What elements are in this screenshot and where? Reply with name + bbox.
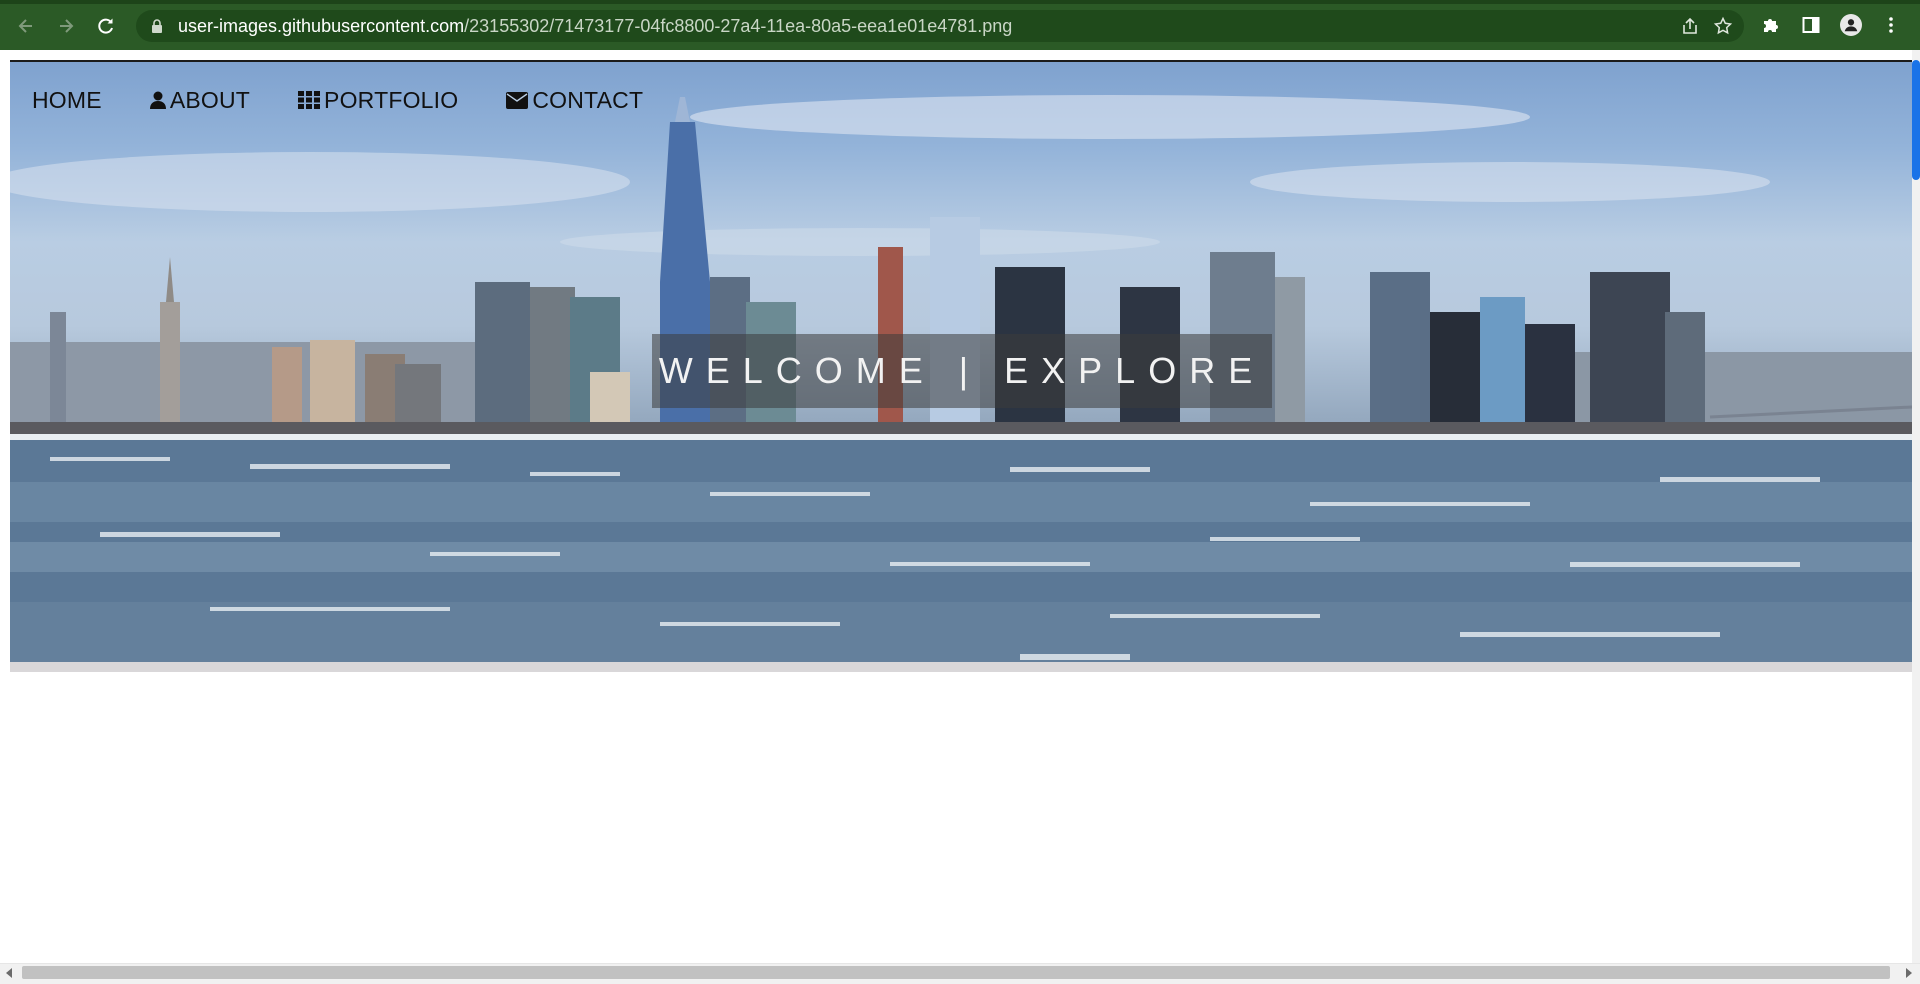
arrow-left-icon bbox=[18, 19, 32, 33]
address-bar[interactable]: user-images.githubusercontent.com/231553… bbox=[136, 10, 1744, 42]
url-text: user-images.githubusercontent.com/231553… bbox=[178, 10, 1012, 42]
hero-banner: HOME ABOUT PORTFOLIO CONTACT WELCOME | E… bbox=[10, 62, 1912, 662]
extensions-button[interactable] bbox=[1760, 14, 1782, 36]
back-button[interactable] bbox=[12, 12, 40, 40]
nav-home-label: HOME bbox=[32, 86, 102, 113]
reload-icon bbox=[98, 18, 113, 34]
hero-title-box: WELCOME | EXPLORE bbox=[652, 334, 1272, 408]
url-host: user-images.githubusercontent.com bbox=[178, 16, 465, 36]
nav-about[interactable]: ABOUT bbox=[149, 86, 251, 114]
profile-button[interactable] bbox=[1840, 14, 1862, 36]
page-viewport: HOME ABOUT PORTFOLIO CONTACT WELCOME | E… bbox=[0, 50, 1920, 963]
url-path: /23155302/71473177-04fc8800-27a4-11ea-80… bbox=[464, 16, 1013, 36]
vertical-scrollbar-thumb[interactable] bbox=[1912, 60, 1920, 180]
side-panel-button[interactable] bbox=[1800, 14, 1822, 36]
star-icon[interactable] bbox=[1713, 16, 1733, 36]
puzzle-icon bbox=[1764, 19, 1778, 32]
nav-contact-label: CONTACT bbox=[532, 86, 644, 113]
nav-portfolio[interactable]: PORTFOLIO bbox=[298, 87, 458, 114]
browser-toolbar: user-images.githubusercontent.com/231553… bbox=[0, 0, 1920, 50]
reload-button[interactable] bbox=[92, 12, 120, 40]
envelope-icon bbox=[506, 91, 529, 109]
arrow-right-icon bbox=[60, 19, 74, 33]
nav-portfolio-label: PORTFOLIO bbox=[324, 86, 459, 113]
kebab-menu-icon bbox=[1889, 17, 1893, 33]
grid-icon bbox=[298, 91, 321, 109]
scroll-left-arrow-icon[interactable] bbox=[4, 967, 14, 979]
user-icon bbox=[1844, 19, 1858, 32]
tab-strip bbox=[0, 0, 1920, 4]
horizontal-scrollbar-thumb[interactable] bbox=[22, 966, 1890, 979]
user-icon bbox=[149, 91, 166, 109]
vertical-scrollbar-track[interactable] bbox=[1912, 50, 1920, 963]
side-panel-icon bbox=[1802, 17, 1820, 33]
scroll-right-arrow-icon[interactable] bbox=[1904, 967, 1914, 979]
nav-contact[interactable]: CONTACT bbox=[506, 87, 643, 114]
hero-bottom-border bbox=[10, 662, 1912, 672]
main-nav: HOME ABOUT PORTFOLIO CONTACT bbox=[32, 84, 691, 116]
share-icon[interactable] bbox=[1680, 16, 1700, 36]
menu-button[interactable] bbox=[1880, 14, 1902, 36]
hero-title: WELCOME | EXPLORE bbox=[658, 350, 1266, 391]
nav-home[interactable]: HOME bbox=[32, 87, 102, 114]
nav-about-label: ABOUT bbox=[169, 86, 251, 113]
forward-button[interactable] bbox=[52, 12, 80, 40]
lock-icon bbox=[152, 19, 162, 33]
